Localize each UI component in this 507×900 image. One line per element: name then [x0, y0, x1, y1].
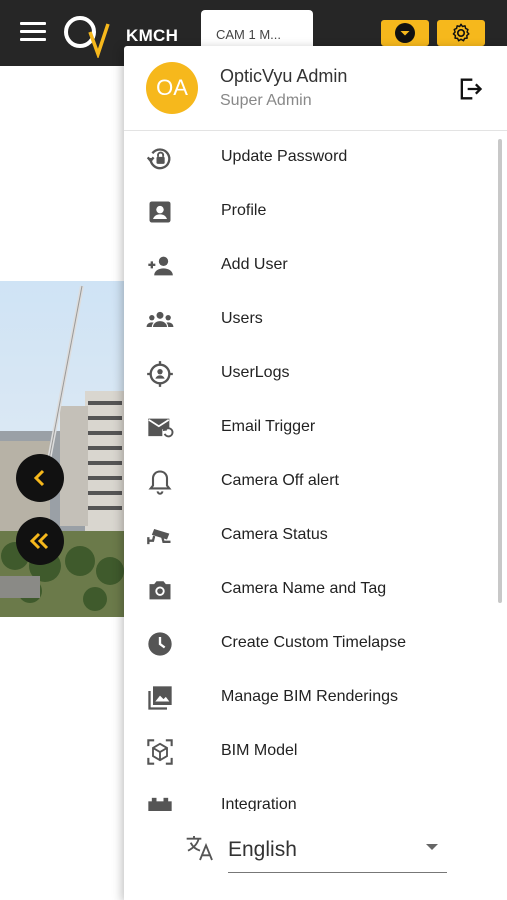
logo-icon: [64, 16, 110, 58]
menu-item-users[interactable]: Users: [124, 293, 494, 347]
user-role: Super Admin: [220, 92, 312, 109]
menu-item-label: Camera Off alert: [221, 472, 339, 489]
double-chevron-left-icon: [29, 532, 49, 550]
add-user-icon: [148, 256, 173, 276]
menu-item-camera-name-and-tag[interactable]: Camera Name and Tag: [124, 563, 494, 617]
menu-item-label: Update Password: [221, 148, 348, 165]
scrollbar[interactable]: [498, 139, 502, 603]
clock-icon: [148, 632, 172, 656]
chevron-down-icon: [395, 23, 415, 43]
menu-item-camera-status[interactable]: Camera Status: [124, 509, 494, 563]
organization-label[interactable]: KMCH: [126, 26, 178, 46]
menu-item-label: BIM Model: [221, 742, 298, 759]
user-name: OpticVyu Admin: [220, 66, 348, 86]
camera-dropdown-button[interactable]: [381, 20, 429, 46]
menu-item-label: UserLogs: [221, 364, 290, 381]
menu-item-label: Camera Status: [221, 526, 328, 543]
menu-item-label: Manage BIM Renderings: [221, 688, 398, 705]
camera-image: [0, 281, 130, 617]
avatar: OA: [146, 62, 198, 114]
email-sync-icon: [148, 418, 174, 438]
menu-item-create-custom-timelapse[interactable]: Create Custom Timelapse: [124, 617, 494, 671]
account-box-icon: [149, 201, 171, 223]
image-multiple-icon: [148, 686, 172, 710]
menu-list: Update Password Profile Add User Users U…: [124, 131, 507, 811]
select-underline: [228, 872, 447, 873]
rewind-button[interactable]: [16, 517, 64, 565]
hamburger-icon[interactable]: [20, 22, 46, 42]
translate-icon: [186, 836, 213, 861]
menu-item-integration[interactable]: Integration: [124, 779, 494, 811]
camera-icon: [149, 581, 171, 600]
bell-icon: [148, 470, 172, 495]
menu-item-bim-model[interactable]: BIM Model: [124, 725, 494, 779]
menu-item-add-user[interactable]: Add User: [124, 239, 494, 293]
language-selector[interactable]: English: [124, 816, 507, 900]
cctv-icon: [147, 529, 171, 545]
menu-item-profile[interactable]: Profile: [124, 185, 494, 239]
integration-icon: [148, 797, 172, 811]
menu-item-label: Profile: [221, 202, 267, 219]
cube-scan-icon: [147, 739, 173, 765]
menu-item-label: Create Custom Timelapse: [221, 634, 406, 651]
menu-item-label: Camera Name and Tag: [221, 580, 387, 597]
menu-item-label: Users: [221, 310, 263, 327]
settings-button[interactable]: [437, 20, 485, 46]
menu-item-manage-bim-renderings[interactable]: Manage BIM Renderings: [124, 671, 494, 725]
language-value: English: [228, 838, 297, 861]
logout-icon[interactable]: [456, 75, 484, 103]
gear-icon: [452, 23, 470, 42]
menu-item-email-trigger[interactable]: Email Trigger: [124, 401, 494, 455]
user-header: OA OpticVyu Admin Super Admin: [124, 46, 507, 131]
user-target-icon: [147, 361, 173, 387]
menu-item-camera-off-alert[interactable]: Camera Off alert: [124, 455, 494, 509]
menu-item-label: Add User: [221, 256, 288, 273]
menu-item-label: Integration: [221, 796, 297, 811]
caret-down-icon: [426, 844, 438, 850]
chevron-left-icon: [33, 469, 45, 487]
users-icon: [146, 311, 174, 327]
menu-item-userlogs[interactable]: UserLogs: [124, 347, 494, 401]
previous-image-button[interactable]: [16, 454, 64, 502]
lock-reset-icon: [146, 148, 171, 170]
menu-item-label: Email Trigger: [221, 418, 316, 435]
user-menu-panel: OA OpticVyu Admin Super Admin Update Pas…: [124, 46, 507, 900]
menu-item-update-password[interactable]: Update Password: [124, 131, 494, 185]
